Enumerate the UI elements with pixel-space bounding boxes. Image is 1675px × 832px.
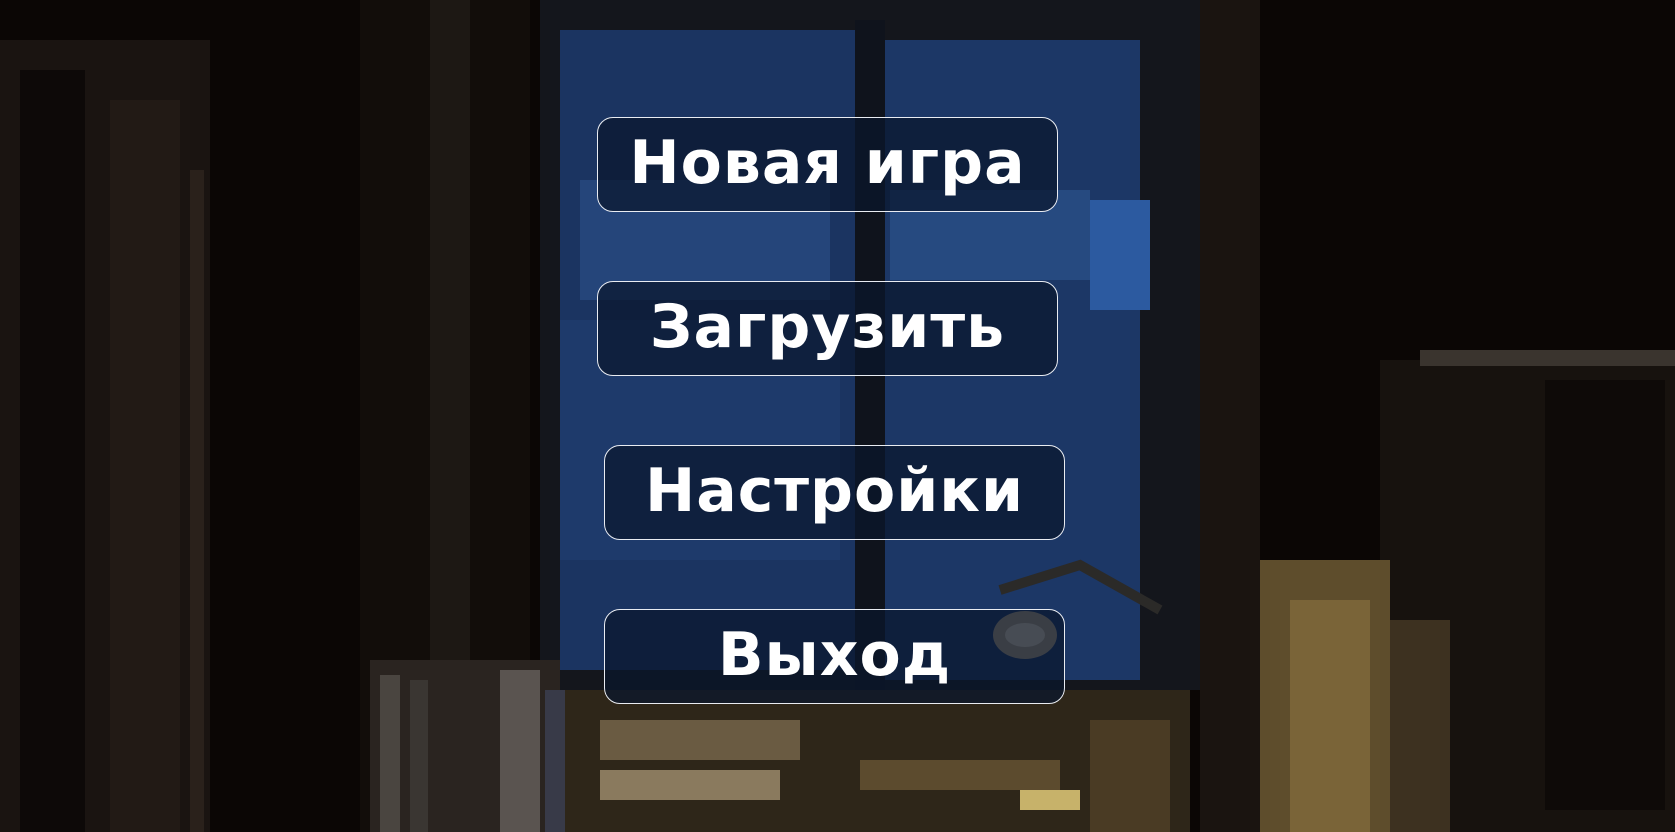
settings-label: Настройки: [644, 455, 1025, 526]
exit-button[interactable]: Выход: [604, 609, 1065, 704]
main-menu-screen: Новая игра Загрузить Настройки Выход: [0, 0, 1675, 832]
load-button[interactable]: Загрузить: [597, 281, 1058, 376]
settings-button[interactable]: Настройки: [604, 445, 1065, 540]
new-game-label: Новая игра: [629, 127, 1026, 198]
exit-label: Выход: [717, 619, 952, 690]
new-game-button[interactable]: Новая игра: [597, 117, 1058, 212]
load-label: Загрузить: [649, 291, 1006, 362]
